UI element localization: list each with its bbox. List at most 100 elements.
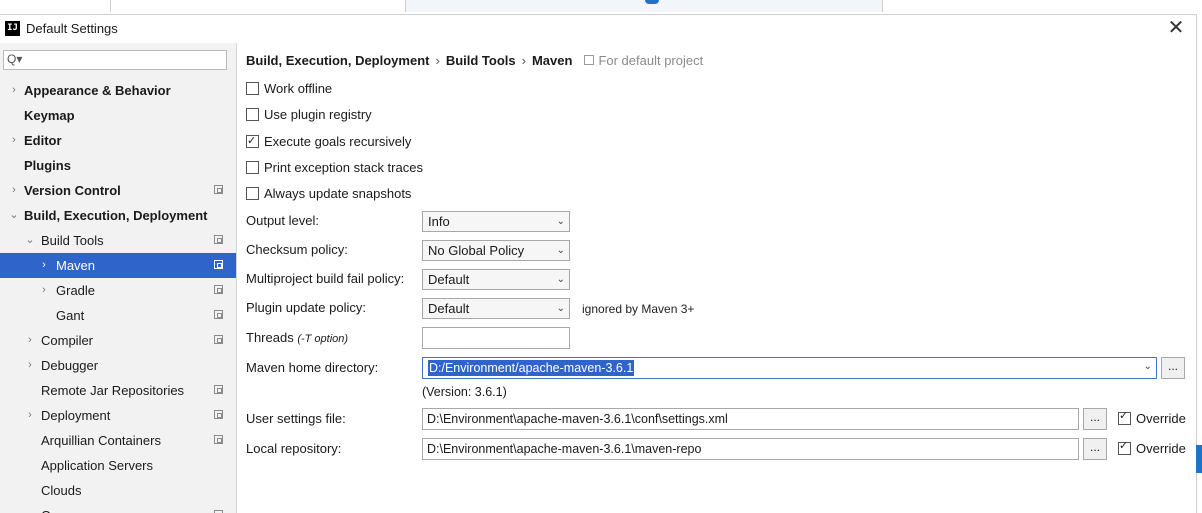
chevron-right-icon[interactable]: ›	[24, 328, 36, 353]
checksum-policy-label: Checksum policy:	[246, 242, 348, 257]
scope-note: For default project	[584, 53, 703, 68]
execute-goals-recursively-checkbox[interactable]: Execute goals recursively	[246, 132, 412, 151]
sidebar-item-label: Clouds	[41, 483, 82, 498]
chevron-right-icon[interactable]: ›	[24, 353, 36, 378]
local-repository-browse-button[interactable]: ...	[1083, 438, 1107, 460]
checkbox-label: Override	[1136, 441, 1186, 456]
sidebar-item[interactable]: Remote Jar Repositories	[0, 378, 236, 403]
chevron-right-icon[interactable]: ›	[24, 403, 36, 428]
multiproject-fail-policy-select[interactable]: Default ⌄	[422, 269, 570, 290]
project-scope-icon	[584, 55, 595, 65]
select-value: Info	[428, 214, 450, 229]
sidebar-item[interactable]: Gant	[0, 303, 236, 328]
breadcrumb-item: Maven	[531, 53, 573, 68]
background-accent-mark	[645, 0, 659, 4]
chevron-right-icon[interactable]: ›	[8, 78, 20, 103]
search-icon: Q▾	[7, 52, 23, 66]
use-plugin-registry-checkbox[interactable]: Use plugin registry	[246, 106, 372, 124]
sidebar-item[interactable]: › Version Control	[0, 178, 236, 203]
settings-tree: › Appearance & Behavior Keymap › Editor Plugi…	[0, 78, 236, 513]
sidebar-item-label: Plugins	[24, 158, 71, 173]
project-scope-icon	[214, 385, 223, 394]
select-value: Default	[428, 301, 470, 316]
select-value: No Global Policy	[428, 243, 525, 258]
checkbox-box[interactable]	[246, 132, 259, 150]
close-icon[interactable]: ✕	[1166, 18, 1186, 38]
project-scope-icon	[214, 185, 223, 194]
user-settings-input[interactable]: D:\Environment\apache-maven-3.6.1\conf\s…	[422, 408, 1079, 430]
sidebar-item[interactable]: Application Servers	[0, 453, 236, 478]
maven-version-label: (Version: 3.6.1)	[422, 385, 507, 399]
checkbox-box[interactable]	[1118, 409, 1131, 425]
chevron-down-icon[interactable]: ⌄	[24, 228, 36, 253]
project-scope-icon	[214, 335, 223, 344]
background-tab	[0, 0, 111, 12]
output-level-select[interactable]: Info ⌄	[422, 211, 570, 232]
plugin-update-policy-select[interactable]: Default ⌄	[422, 298, 570, 319]
project-scope-icon	[214, 235, 223, 244]
sidebar-item[interactable]: ⌄ Build Tools	[0, 228, 236, 253]
sidebar-item[interactable]: Plugins	[0, 153, 236, 178]
checkbox-box[interactable]	[1118, 439, 1131, 455]
checkbox-label: Execute goals recursively	[264, 134, 412, 149]
sidebar-item[interactable]: › Compiler	[0, 328, 236, 353]
checkbox-box[interactable]	[246, 187, 259, 200]
sidebar-item-label: Build, Execution, Deployment	[24, 208, 208, 223]
local-repository-override-checkbox[interactable]: Override	[1118, 439, 1186, 456]
sidebar-item[interactable]: › Debugger	[0, 353, 236, 378]
chevron-down-icon: ⌄	[556, 245, 565, 256]
local-repository-input[interactable]: D:\Environment\apache-maven-3.6.1\maven-…	[422, 438, 1079, 460]
sidebar-item-label: Arquillian Containers	[41, 433, 161, 448]
sidebar-item-label: Keymap	[24, 108, 75, 123]
sidebar-item-label: Gant	[56, 308, 85, 323]
sidebar-item[interactable]: Clouds	[0, 478, 236, 503]
sidebar-item[interactable]: › Editor	[0, 128, 236, 153]
chevron-down-icon: ⌄	[556, 216, 565, 227]
background-accent-edge	[1196, 445, 1202, 473]
checkbox-box[interactable]	[246, 82, 259, 95]
work-offline-checkbox[interactable]: Work offline	[246, 80, 332, 98]
user-settings-browse-button[interactable]: ...	[1083, 408, 1107, 430]
sidebar-item[interactable]: › Maven	[0, 253, 236, 278]
sidebar-item[interactable]: › Deployment	[0, 403, 236, 428]
breadcrumb-separator: ›	[435, 53, 440, 68]
sidebar-item[interactable]: › Appearance & Behavior	[0, 78, 236, 103]
sidebar-item[interactable]: Arquillian Containers	[0, 428, 236, 453]
sidebar-item-label: Appearance & Behavior	[24, 83, 171, 98]
multiproject-fail-policy-label: Multiproject build fail policy:	[246, 271, 405, 286]
sidebar-item[interactable]: Keymap	[0, 103, 236, 128]
settings-sidebar: Q▾ › Appearance & Behavior Keymap › Editor Pl…	[0, 43, 237, 513]
chevron-right-icon[interactable]: ›	[38, 278, 50, 303]
sidebar-item[interactable]: ⌄ Build, Execution, Deployment	[0, 203, 236, 228]
maven-home-value: D:/Environment/apache-maven-3.6.1	[428, 360, 635, 376]
checkbox-box[interactable]	[246, 161, 259, 174]
checkbox-label: Print exception stack traces	[264, 160, 423, 175]
search-input[interactable]: Q▾	[3, 50, 227, 70]
sidebar-item-label: Remote Jar Repositories	[41, 383, 185, 398]
maven-home-browse-button[interactable]: ...	[1161, 357, 1185, 379]
chevron-down-icon[interactable]: ⌄	[8, 203, 20, 228]
checkbox-box[interactable]	[246, 108, 259, 121]
checkbox-label: Use plugin registry	[264, 107, 372, 122]
threads-label: Threads (-T option)	[246, 330, 348, 345]
breadcrumb: Build, Execution, Deployment › Build Tools…	[246, 53, 703, 68]
threads-input[interactable]	[422, 327, 570, 349]
sidebar-item-label: Gradle	[56, 283, 96, 298]
checksum-policy-select[interactable]: No Global Policy ⌄	[422, 240, 570, 261]
chevron-right-icon[interactable]: ›	[38, 253, 50, 278]
chevron-right-icon[interactable]: ›	[8, 128, 20, 153]
plugin-update-note: ignored by Maven 3+	[582, 302, 695, 316]
user-settings-override-checkbox[interactable]: Override	[1118, 409, 1186, 426]
maven-home-select[interactable]: D:/Environment/apache-maven-3.6.1 ⌄	[422, 357, 1157, 379]
intellij-app-icon: IJ	[5, 21, 20, 36]
sidebar-item-label: Application Servers	[41, 458, 153, 473]
chevron-down-icon: ⌄	[1143, 361, 1152, 372]
background-window-strip	[0, 0, 1202, 14]
maven-settings-panel: Build, Execution, Deployment › Build Tools…	[237, 43, 1196, 513]
print-exception-stack-traces-checkbox[interactable]: Print exception stack traces	[246, 159, 423, 177]
sidebar-item[interactable]: › Gradle	[0, 278, 236, 303]
chevron-right-icon[interactable]: ›	[8, 178, 20, 203]
always-update-snapshots-checkbox[interactable]: Always update snapshots	[246, 185, 411, 203]
chevron-down-icon: ⌄	[556, 274, 565, 285]
checkbox-label: Always update snapshots	[264, 186, 412, 201]
